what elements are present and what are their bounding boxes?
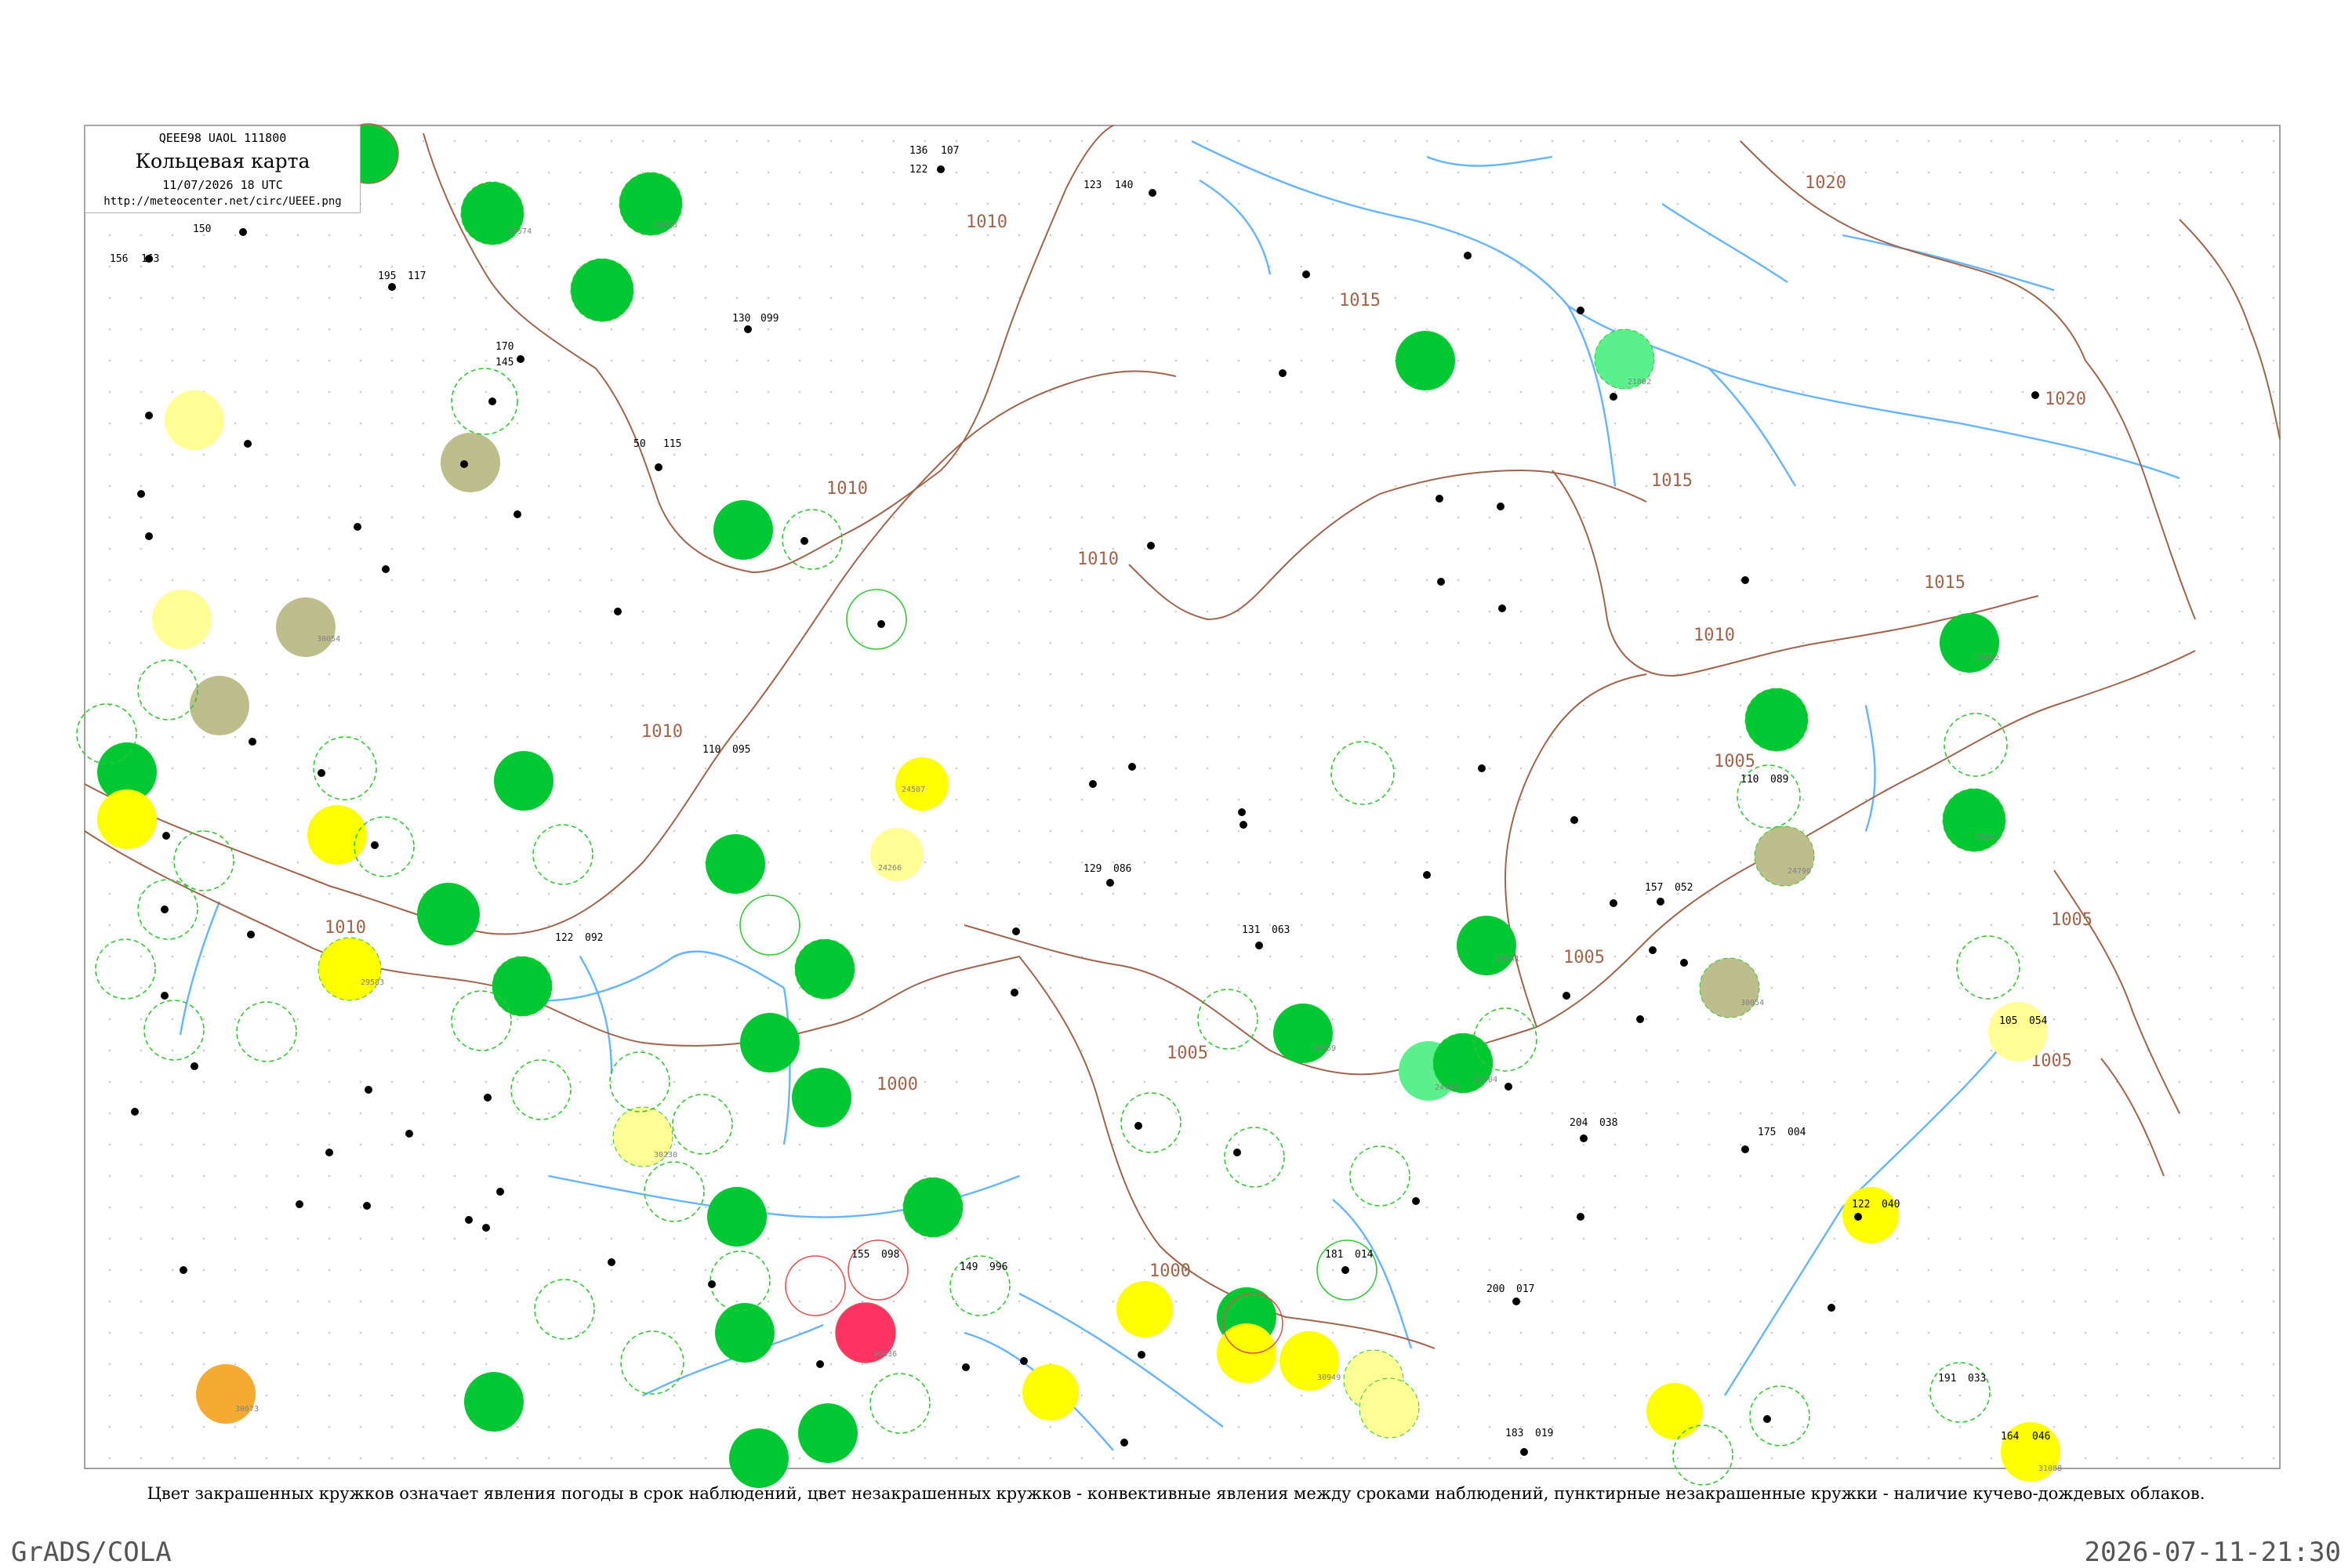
svg-text:038: 038 (1599, 1117, 1617, 1129)
svg-text:175: 175 (1758, 1127, 1776, 1138)
svg-text:129: 129 (1083, 863, 1102, 875)
svg-text:110: 110 (1740, 774, 1759, 786)
svg-text:086: 086 (1113, 863, 1131, 875)
svg-text:052: 052 (1675, 882, 1693, 894)
svg-text:1005: 1005 (2051, 910, 2092, 930)
svg-text:140: 140 (1115, 180, 1133, 191)
svg-text:30054: 30054 (1740, 999, 1764, 1007)
svg-text:098: 098 (881, 1249, 899, 1261)
bulletin-header: QEEE98 UAOL 111800 (158, 131, 287, 145)
svg-text:107: 107 (941, 145, 959, 157)
svg-text:200: 200 (1486, 1283, 1504, 1295)
svg-text:204: 204 (1570, 1117, 1588, 1129)
svg-text:1015: 1015 (1651, 471, 1693, 491)
svg-text:29574: 29574 (508, 227, 532, 236)
svg-text:089: 089 (1770, 774, 1788, 786)
svg-text:163: 163 (141, 253, 159, 265)
map-datetime: 11/07/2026 18 UTC (162, 178, 283, 192)
svg-text:996: 996 (989, 1261, 1007, 1273)
svg-text:054: 054 (2029, 1015, 2048, 1027)
svg-text:170: 170 (495, 341, 514, 353)
svg-text:25551: 25551 (1976, 833, 1999, 841)
svg-text:122: 122 (1852, 1199, 1870, 1210)
svg-text:122: 122 (909, 164, 927, 176)
svg-text:1000: 1000 (1149, 1261, 1191, 1281)
svg-text:019: 019 (1535, 1428, 1553, 1439)
svg-text:122: 122 (555, 932, 573, 944)
svg-text:145: 145 (495, 357, 514, 368)
map-header-panel: QEEE98 UAOL 111800 Кольцевая карта 11/07… (85, 125, 361, 213)
svg-text:30230: 30230 (654, 1151, 677, 1160)
legend-caption: Цвет закрашенных кружков означает явлени… (147, 1484, 2205, 1503)
svg-text:115: 115 (663, 438, 681, 450)
svg-text:50: 50 (633, 438, 646, 450)
svg-text:004: 004 (1788, 1127, 1806, 1138)
svg-text:1015: 1015 (1924, 573, 1965, 593)
svg-text:30673: 30673 (235, 1405, 259, 1414)
svg-text:063: 063 (1272, 924, 1290, 936)
svg-text:24382: 24382 (1976, 654, 1999, 662)
svg-text:1005: 1005 (1714, 752, 1755, 771)
svg-text:1010: 1010 (826, 479, 868, 499)
svg-text:181: 181 (1325, 1249, 1343, 1261)
svg-text:155: 155 (851, 1249, 869, 1261)
svg-text:149: 149 (960, 1261, 978, 1273)
svg-text:30054: 30054 (317, 635, 340, 644)
svg-text:164: 164 (2001, 1431, 2020, 1443)
svg-text:1010: 1010 (1077, 550, 1119, 569)
svg-text:130: 130 (732, 313, 750, 325)
svg-text:1000: 1000 (877, 1075, 918, 1094)
svg-text:30636: 30636 (873, 1350, 897, 1359)
map-url: http://meteocenter.net/circ/UEEE.png (103, 195, 342, 208)
svg-text:24790: 24790 (1788, 867, 1811, 876)
svg-text:1010: 1010 (325, 918, 366, 938)
svg-text:033: 033 (1968, 1373, 1986, 1385)
svg-text:1005: 1005 (1167, 1044, 1208, 1063)
svg-text:31004: 31004 (1474, 1076, 1497, 1084)
svg-text:017: 017 (1516, 1283, 1534, 1295)
svg-text:095: 095 (732, 744, 750, 756)
svg-text:31088: 31088 (2038, 1465, 2062, 1473)
svg-text:014: 014 (1355, 1249, 1374, 1261)
svg-text:092: 092 (585, 932, 603, 944)
svg-text:123: 123 (1083, 180, 1102, 191)
svg-text:150: 150 (193, 223, 211, 235)
svg-text:21802: 21802 (1628, 378, 1651, 387)
svg-text:24507: 24507 (902, 786, 925, 794)
svg-text:157: 157 (1645, 882, 1663, 894)
svg-text:183: 183 (1505, 1428, 1523, 1439)
svg-text:30949: 30949 (1317, 1374, 1341, 1382)
svg-text:29583: 29583 (361, 978, 384, 987)
svg-text:099: 099 (760, 313, 779, 325)
svg-text:136: 136 (909, 145, 927, 157)
svg-text:29853: 29853 (654, 221, 677, 230)
svg-text:105: 105 (1999, 1015, 2017, 1027)
svg-text:1010: 1010 (966, 212, 1007, 232)
svg-text:24641: 24641 (1496, 955, 1519, 964)
software-label: GrADS/COLA (11, 1537, 172, 1568)
svg-text:1010: 1010 (641, 722, 683, 742)
svg-text:24959: 24959 (1312, 1044, 1336, 1053)
svg-text:24266: 24266 (878, 864, 902, 873)
svg-text:131: 131 (1242, 924, 1260, 936)
svg-text:1020: 1020 (2045, 390, 2086, 409)
svg-text:110: 110 (702, 744, 720, 756)
svg-text:040: 040 (1882, 1199, 1900, 1210)
svg-text:1015: 1015 (1339, 291, 1381, 310)
render-timestamp: 2026-07-11-21:30 (2084, 1537, 2341, 1568)
svg-text:117: 117 (408, 270, 426, 282)
synoptic-map: 1010 1010 1010 1010 1010 1010 1015 1015 … (76, 123, 2281, 1488)
svg-text:1020: 1020 (1805, 173, 1846, 193)
map-title: Кольцевая карта (135, 150, 310, 172)
svg-text:046: 046 (2032, 1431, 2050, 1443)
svg-text:1005: 1005 (1563, 948, 1605, 967)
svg-text:24944: 24944 (1435, 1083, 1458, 1092)
svg-text:195: 195 (378, 270, 396, 282)
svg-text:191: 191 (1938, 1373, 1956, 1385)
svg-text:1010: 1010 (1693, 626, 1735, 645)
svg-text:156: 156 (110, 253, 128, 265)
